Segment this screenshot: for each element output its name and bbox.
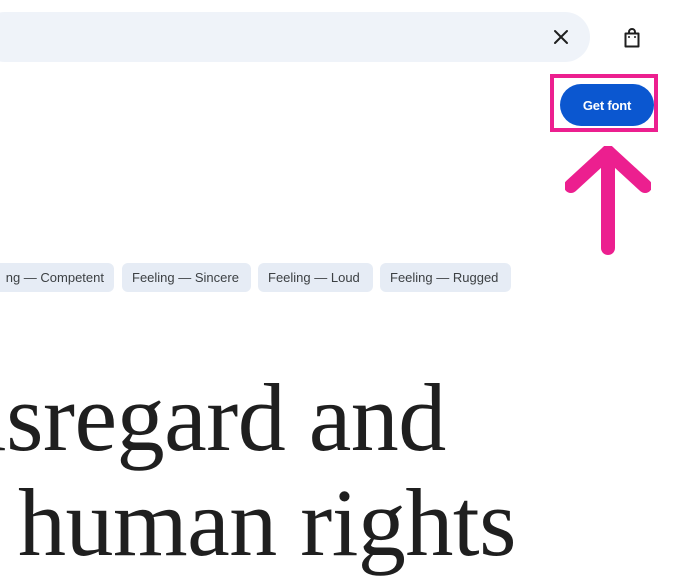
chip-sincere[interactable]: Feeling — Sincere <box>122 263 251 292</box>
arrow-up-icon <box>565 146 651 255</box>
chip-rugged[interactable]: Feeling — Rugged <box>380 263 511 292</box>
search-bar[interactable] <box>0 12 590 62</box>
get-font-button[interactable]: Get font <box>560 84 654 126</box>
clear-search-button[interactable] <box>544 20 578 54</box>
shopping-bag-icon <box>624 28 640 48</box>
chip-competent[interactable]: ng — Competent <box>0 263 114 292</box>
close-icon <box>554 30 568 44</box>
font-page: Get font ng — Competent Feeling — Sincer… <box>0 0 700 583</box>
preview-text-line-1: isregard and <box>0 364 446 471</box>
tag-chips: ng — Competent Feeling — Sincere Feeling… <box>0 263 700 292</box>
shopping-bag-button[interactable] <box>614 20 650 56</box>
chip-loud[interactable]: Feeling — Loud <box>258 263 373 292</box>
preview-text-line-2: human rights <box>18 469 516 576</box>
